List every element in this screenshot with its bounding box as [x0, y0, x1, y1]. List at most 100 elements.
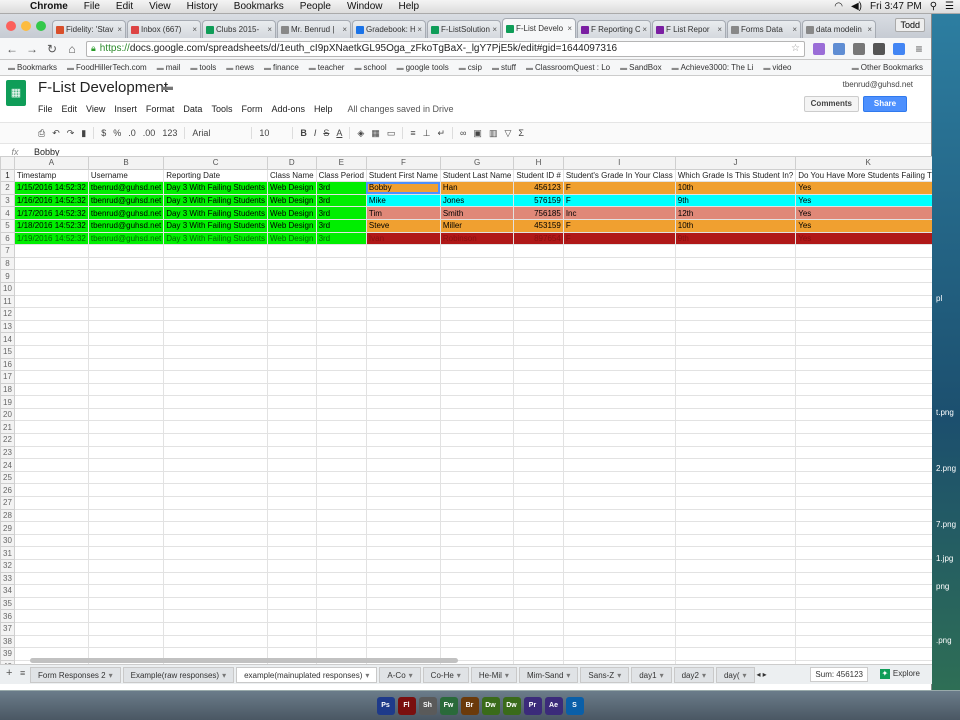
empty-cell[interactable]: [439, 269, 515, 283]
forward-icon[interactable]: →: [26, 42, 38, 56]
empty-cell[interactable]: [513, 281, 564, 296]
empty-cell[interactable]: [87, 634, 165, 649]
empty-cell[interactable]: [13, 546, 89, 560]
empty-cell[interactable]: [513, 307, 564, 321]
empty-cell[interactable]: [163, 546, 268, 560]
empty-cell[interactable]: [795, 496, 932, 510]
column-header[interactable]: D: [266, 156, 317, 170]
data-cell[interactable]: 9th: [674, 231, 797, 246]
empty-cell[interactable]: [13, 496, 89, 510]
empty-cell[interactable]: [315, 470, 367, 485]
header-cell[interactable]: Reporting Date: [163, 168, 268, 183]
horizontal-scrollbar[interactable]: [30, 658, 458, 663]
tab-close-icon[interactable]: ×: [867, 25, 872, 34]
empty-cell[interactable]: [795, 458, 932, 472]
empty-cell[interactable]: [315, 256, 367, 271]
sheet-tab[interactable]: day2 ▾: [673, 666, 714, 683]
dock-app-icon[interactable]: Br: [460, 696, 479, 715]
column-header[interactable]: C: [163, 156, 268, 170]
data-cell[interactable]: 10th: [674, 218, 797, 233]
add-sheet-icon[interactable]: +: [6, 667, 12, 679]
empty-cell[interactable]: [87, 319, 165, 334]
bookmark-item[interactable]: news: [226, 63, 254, 72]
decimal-decrease-icon[interactable]: .0: [128, 128, 136, 138]
empty-cell[interactable]: [87, 533, 165, 548]
empty-cell[interactable]: [513, 533, 564, 548]
empty-cell[interactable]: [365, 344, 441, 359]
empty-cell[interactable]: [795, 584, 932, 598]
data-cell[interactable]: 897654: [513, 231, 564, 246]
empty-cell[interactable]: [674, 609, 797, 623]
empty-cell[interactable]: [365, 244, 441, 258]
empty-cell[interactable]: [439, 496, 515, 510]
data-cell[interactable]: Han: [439, 181, 515, 195]
tab-close-icon[interactable]: ×: [117, 25, 122, 34]
data-cell[interactable]: 3rd: [315, 206, 367, 220]
empty-cell[interactable]: [439, 470, 515, 485]
data-cell[interactable]: 3rd: [315, 218, 367, 233]
row-header[interactable]: 36: [0, 609, 15, 623]
empty-cell[interactable]: [13, 256, 89, 271]
empty-cell[interactable]: [562, 269, 676, 283]
empty-cell[interactable]: [163, 357, 268, 372]
empty-cell[interactable]: [163, 621, 268, 636]
wrap-icon[interactable]: ↵: [437, 128, 445, 139]
empty-cell[interactable]: [315, 621, 367, 636]
empty-cell[interactable]: [513, 244, 564, 258]
empty-cell[interactable]: [674, 269, 797, 283]
empty-cell[interactable]: [87, 433, 165, 447]
row-header[interactable]: 37: [0, 621, 15, 636]
row-header[interactable]: 14: [0, 332, 15, 346]
sheets-menu-help[interactable]: Help: [314, 104, 333, 114]
empty-cell[interactable]: [87, 395, 165, 409]
empty-cell[interactable]: [13, 433, 89, 447]
empty-cell[interactable]: [266, 420, 317, 435]
empty-cell[interactable]: [315, 584, 367, 598]
empty-cell[interactable]: [163, 496, 268, 510]
extension-icon[interactable]: [873, 42, 885, 55]
italic-icon[interactable]: I: [314, 128, 317, 138]
empty-cell[interactable]: [315, 559, 367, 573]
empty-cell[interactable]: [674, 256, 797, 271]
empty-cell[interactable]: [795, 395, 932, 409]
empty-cell[interactable]: [439, 621, 515, 636]
empty-cell[interactable]: [365, 596, 441, 611]
empty-cell[interactable]: [266, 433, 317, 447]
empty-cell[interactable]: [513, 269, 564, 283]
empty-cell[interactable]: [562, 281, 676, 296]
extension-icon[interactable]: [833, 42, 845, 55]
empty-cell[interactable]: [795, 319, 932, 334]
empty-cell[interactable]: [795, 407, 932, 422]
empty-cell[interactable]: [439, 307, 515, 321]
empty-cell[interactable]: [439, 458, 515, 472]
empty-cell[interactable]: [87, 307, 165, 321]
row-header[interactable]: 34: [0, 584, 15, 598]
empty-cell[interactable]: [562, 496, 676, 510]
row-header[interactable]: 12: [0, 307, 15, 321]
close-window-icon[interactable]: [6, 21, 16, 31]
sheets-menu-edit[interactable]: Edit: [62, 104, 78, 114]
data-cell[interactable]: Tim: [365, 206, 441, 220]
desktop-file-label[interactable]: .png: [936, 636, 952, 645]
data-cell[interactable]: Smith: [439, 206, 515, 220]
empty-cell[interactable]: [513, 584, 564, 598]
data-cell[interactable]: Web Design: [266, 206, 317, 220]
bookmark-item[interactable]: finance: [264, 63, 299, 72]
dock-app-icon[interactable]: Dw: [502, 696, 521, 715]
empty-cell[interactable]: [513, 521, 564, 535]
browser-tab[interactable]: F List Repor ×: [652, 20, 726, 38]
empty-cell[interactable]: [13, 307, 89, 321]
data-cell[interactable]: tbenrud@guhsd.net: [87, 193, 165, 208]
empty-cell[interactable]: [562, 332, 676, 346]
empty-cell[interactable]: [315, 508, 367, 523]
empty-cell[interactable]: [439, 244, 515, 258]
bold-icon[interactable]: B: [300, 128, 307, 138]
header-cell[interactable]: Timestamp: [13, 168, 89, 183]
currency-icon[interactable]: $: [101, 128, 106, 138]
empty-cell[interactable]: [674, 319, 797, 334]
empty-cell[interactable]: [365, 559, 441, 573]
empty-cell[interactable]: [439, 256, 515, 271]
empty-cell[interactable]: [87, 571, 165, 586]
empty-cell[interactable]: [674, 382, 797, 397]
empty-cell[interactable]: [795, 647, 932, 661]
